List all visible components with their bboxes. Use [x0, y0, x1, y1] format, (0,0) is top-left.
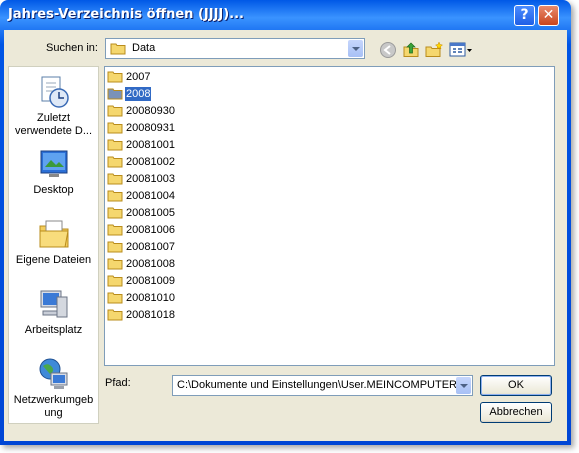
- lookin-value: Data: [132, 42, 156, 54]
- folder-icon: [107, 258, 123, 270]
- path-combo[interactable]: C:\Dokumente und Einstellungen\User.MEIN…: [172, 375, 473, 396]
- chevron-down-icon[interactable]: [348, 40, 363, 57]
- window-title: Jahres-Verzeichnis öffnen (JJJJ)...: [8, 7, 244, 22]
- place-recent[interactable]: Zuletzt verwendete D...: [9, 75, 98, 138]
- folder-name: 20080930: [126, 105, 175, 117]
- view-menu-icon[interactable]: [449, 41, 473, 59]
- place-label: Netzwerkumgeb ung: [13, 394, 94, 419]
- chevron-down-icon[interactable]: [456, 377, 471, 394]
- folder-name: 20080931: [126, 122, 175, 134]
- close-button[interactable]: ✕: [538, 5, 559, 26]
- folder-icon: [107, 105, 123, 117]
- folder-name: 20081018: [126, 309, 175, 321]
- cancel-button[interactable]: Abbrechen: [480, 402, 552, 423]
- folder-icon: [107, 88, 123, 100]
- place-my-documents[interactable]: Eigene Dateien: [9, 217, 98, 267]
- folder-name: 20081001: [126, 139, 175, 151]
- folder-icon: [107, 207, 123, 219]
- title-bar[interactable]: Jahres-Verzeichnis öffnen (JJJJ)... ? ✕: [0, 0, 571, 30]
- lookin-combo[interactable]: Data: [105, 38, 365, 59]
- folder-list[interactable]: 2007 2008 20080930 20080931 20081001 20081002…: [104, 66, 555, 366]
- folder-name: 2007: [126, 71, 151, 83]
- my-computer-icon: [40, 290, 67, 318]
- folder-icon: [107, 309, 123, 321]
- help-button[interactable]: ?: [514, 5, 535, 26]
- folder-icon: [107, 156, 123, 168]
- folder-icon: [107, 139, 123, 151]
- place-network[interactable]: Netzwerkumgeb ung: [9, 357, 98, 420]
- place-label: Desktop: [33, 184, 74, 196]
- ok-button[interactable]: OK: [480, 375, 552, 396]
- folder-icon: [107, 173, 123, 185]
- desktop-icon: [40, 150, 67, 177]
- folder-name: 20081008: [126, 258, 175, 270]
- folder-name: 20081007: [126, 241, 175, 253]
- new-folder-icon[interactable]: [425, 41, 443, 59]
- place-label: Arbeitsplatz: [24, 324, 83, 336]
- folder-icon: [107, 190, 123, 202]
- back-icon[interactable]: [379, 41, 397, 59]
- folder-name: 20081006: [126, 224, 175, 236]
- lookin-label: Suchen in:: [46, 42, 98, 54]
- recent-documents-icon: [41, 76, 69, 108]
- folder-name: 20081009: [126, 275, 175, 287]
- my-documents-icon: [39, 220, 69, 248]
- folder-name: 20081002: [126, 156, 175, 168]
- places-bar: Zuletzt verwendete D... Desktop Eigene D…: [8, 66, 99, 424]
- folder-name: 2008: [125, 87, 152, 101]
- up-folder-icon[interactable]: [402, 41, 420, 59]
- dialog-window: Jahres-Verzeichnis öffnen (JJJJ)... ? ✕ …: [0, 0, 571, 445]
- place-label: Eigene Dateien: [15, 254, 92, 266]
- folder-name: 20081005: [126, 207, 175, 219]
- path-label: Pfad:: [105, 377, 131, 389]
- dialog-body: Suchen in: Data Zuletzt verwendete D... …: [4, 30, 567, 441]
- place-label: Zuletzt verwendete D...: [14, 112, 93, 137]
- folder-icon: [107, 224, 123, 236]
- place-desktop[interactable]: Desktop: [9, 147, 98, 197]
- folder-icon: [110, 43, 126, 55]
- folder-icon: [107, 122, 123, 134]
- folder-icon: [107, 275, 123, 287]
- folder-name: 20081003: [126, 173, 175, 185]
- folder-icon: [107, 241, 123, 253]
- network-places-icon: [39, 358, 67, 389]
- place-my-computer[interactable]: Arbeitsplatz: [9, 287, 98, 337]
- folder-name: 20081010: [126, 292, 175, 304]
- folder-icon: [107, 71, 123, 83]
- folder-icon: [107, 292, 123, 304]
- folder-name: 20081004: [126, 190, 175, 202]
- path-value: C:\Dokumente und Einstellungen\User.MEIN…: [177, 379, 468, 391]
